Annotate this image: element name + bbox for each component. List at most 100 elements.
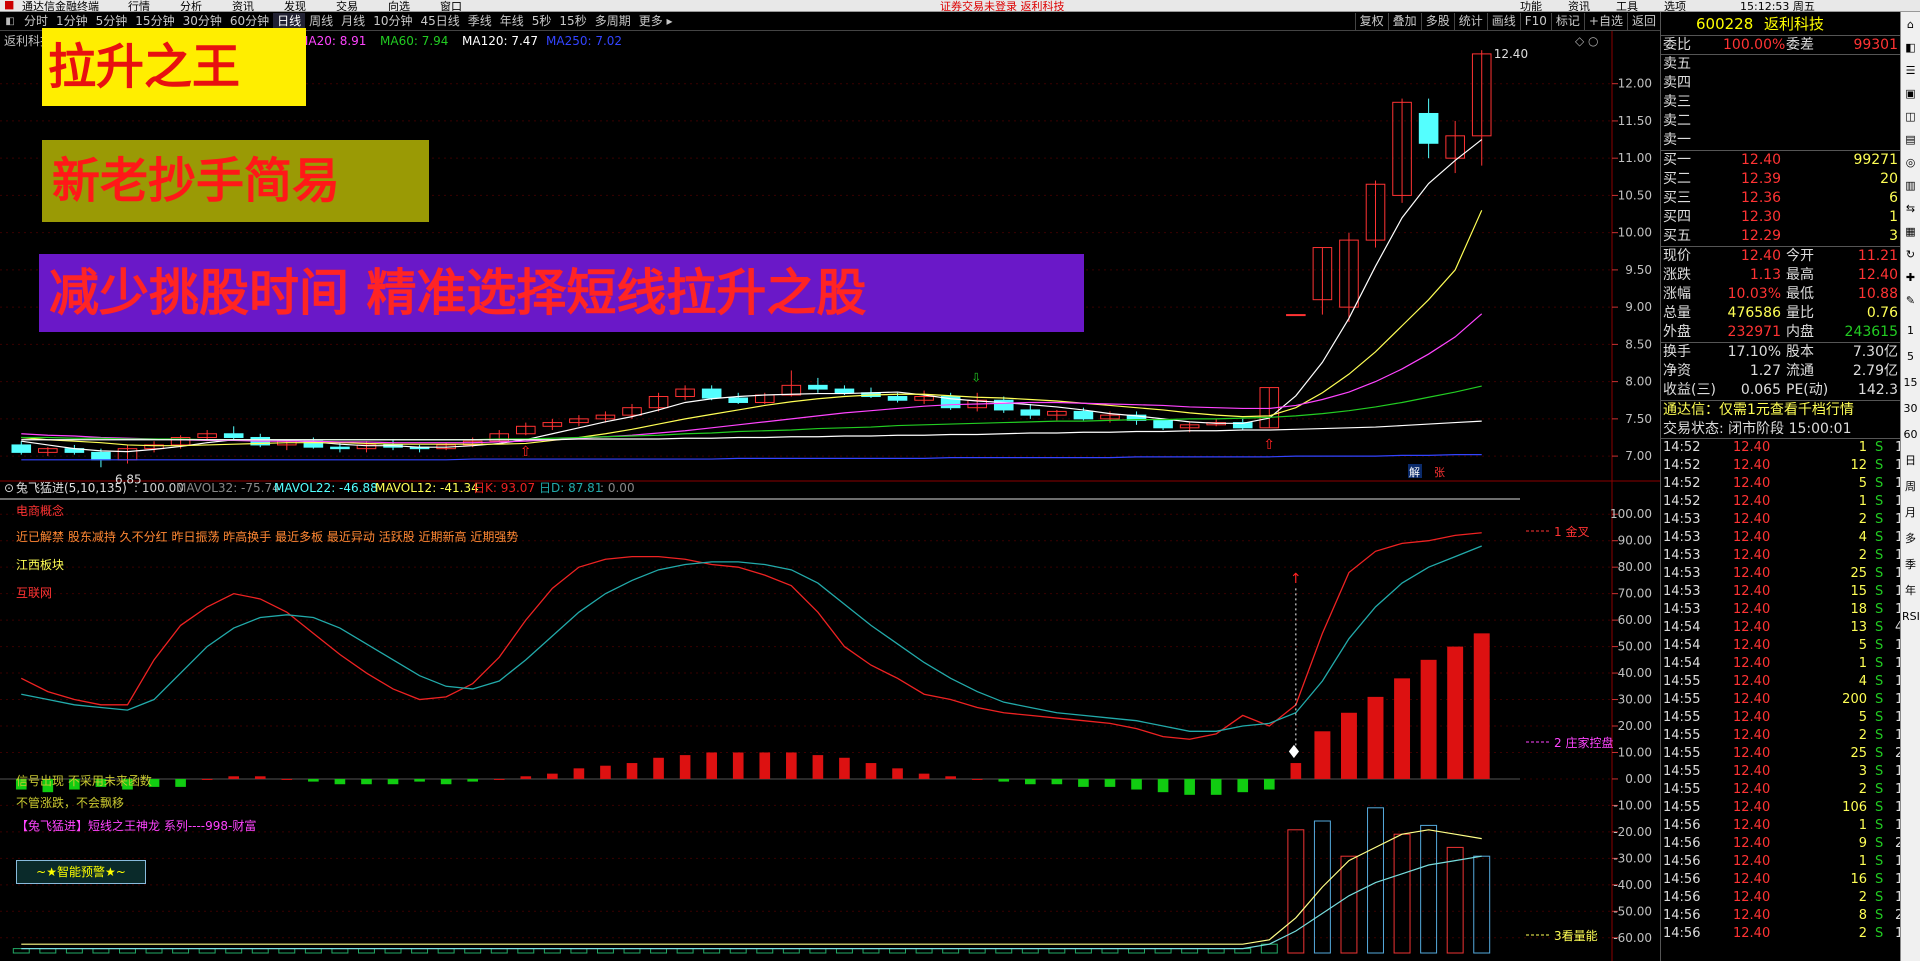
tick-time: 14:53 [1663,530,1701,545]
tool-button-0[interactable]: 复权 [1354,12,1388,30]
control-bar [361,778,372,785]
period-tab-8[interactable]: 月线 [337,13,369,30]
indicator-collapse-icon[interactable]: ⊙ [4,481,14,495]
tick-time: 14:53 [1663,512,1701,527]
stat-label: 涨跌 [1663,267,1691,283]
bid-label: 买三 [1663,190,1691,206]
sidebar-tool-icon[interactable]: ↻ [1902,246,1919,263]
sidebar-tool-icon[interactable]: ◎ [1902,154,1919,171]
sidebar-period-2[interactable]: 15 [1902,374,1919,391]
sidebar-period-4[interactable]: 60 [1902,426,1919,443]
sidebar-period-10[interactable]: 年 [1902,582,1919,599]
upgrade-ad[interactable]: 通达信：仅需1元查看千档行情 [1661,401,1900,420]
tool-button-6[interactable]: 标记 [1550,12,1584,30]
period-tab-7[interactable]: 周线 [305,13,337,30]
period-tab-1[interactable]: 1分钟 [52,13,92,30]
sidebar-period-9[interactable]: 季 [1902,556,1919,573]
period-tab-0[interactable]: 分时 [20,13,52,30]
tool-button-1[interactable]: 叠加 [1387,12,1421,30]
sidebar-tool-icon[interactable]: ✚ [1902,269,1919,286]
titlebar-menu-2[interactable]: 工具 [1616,0,1638,11]
tool-button-7[interactable]: +自选 [1583,12,1627,30]
sidebar-period-5[interactable]: 日 [1902,452,1919,469]
sidebar-tool-icon[interactable]: ▥ [1902,177,1919,194]
sidebar-tool-icon[interactable]: ▦ [1902,223,1919,240]
sidebar-period-8[interactable]: 多 [1902,530,1919,547]
smart-alert-button[interactable]: ~★智能预警★~ [16,860,146,884]
volume-bar [172,948,190,954]
collapse-icon[interactable]: ◧ [0,13,20,30]
sidebar-period-0[interactable]: 1 [1902,322,1919,339]
period-tab-13[interactable]: 5秒 [528,13,556,30]
period-tab-9[interactable]: 10分钟 [369,13,416,30]
titlebar-menu-3[interactable]: 选项 [1664,0,1686,11]
tick-price: 12.40 [1733,476,1771,491]
sidebar-tool-icon[interactable]: ◧ [1902,39,1919,56]
tick-list[interactable]: 14:5212.401S114:5212.4012S114:5212.405S1… [1661,439,1900,943]
app-window: ■ 通达信金融终端 证券交易未登录 返利科技 15:12:53 周五 行情 分析 资… [0,0,1920,961]
period-tab-15[interactable]: 多周期 [591,13,635,30]
stat-value: 11.21 [1857,248,1898,264]
control-bar [414,778,425,782]
tool-button-5[interactable]: F10 [1519,12,1551,30]
sidebar-tool-icon[interactable]: ☰ [1902,62,1919,79]
menu-3[interactable]: 发现 [284,0,306,11]
period-tab-6[interactable]: 日线 [273,12,306,30]
volume-bar [1021,948,1039,954]
menu-4[interactable]: 交易 [336,0,358,11]
period-tab-3[interactable]: 15分钟 [131,13,178,30]
volume-bar [729,948,747,954]
tick-row: 14:5312.4018S1 [1661,601,1900,619]
tool-button-2[interactable]: 多股 [1420,12,1454,30]
sidebar-period-7[interactable]: 月 [1902,504,1919,521]
period-tab-2[interactable]: 5分钟 [92,13,132,30]
stat-label: 总量 [1663,305,1691,321]
control-bar [600,765,611,779]
period-tab-5[interactable]: 60分钟 [226,13,273,30]
bid-row: 买一 12.40 99271 [1661,151,1900,170]
tick-row: 14:5612.401S1 [1661,817,1900,835]
sidebar-period-11[interactable]: RSI [1902,608,1919,625]
menu-5[interactable]: 向选 [388,0,410,11]
tool-button-8[interactable]: 返回 [1626,12,1660,30]
indicator-tick: -20.00 [1613,825,1652,839]
period-tab-4[interactable]: 30分钟 [179,13,226,30]
sidebar-tool-icon[interactable]: ▣ [1902,85,1919,102]
period-tab-12[interactable]: 年线 [496,13,528,30]
tick-time: 14:56 [1663,926,1701,941]
period-tab-16[interactable]: 更多 ▸ [635,13,677,30]
period-tab-14[interactable]: 15秒 [555,13,590,30]
titlebar-menu-0[interactable]: 功能 [1520,0,1542,11]
tool-button-3[interactable]: 统计 [1453,12,1487,30]
tick-side: S [1875,764,1884,779]
menu-6[interactable]: 窗口 [440,0,462,11]
ma250-value: MA250: 7.02 [546,34,622,48]
menu-0[interactable]: 行情 [128,0,150,11]
menu-1[interactable]: 分析 [180,0,202,11]
candle [11,441,32,455]
stat-value: 232971 [1727,324,1781,340]
volume-bar [517,948,535,954]
sidebar-tool-icon[interactable]: ⌂ [1902,16,1919,33]
sidebar-tool-icon[interactable]: ◫ [1902,108,1919,125]
price-tick: 10.00 [1618,226,1652,240]
titlebar-menu-1[interactable]: 资讯 [1568,0,1590,11]
fin-label: PE(动) [1786,382,1829,398]
tick-price: 12.40 [1733,854,1771,869]
sidebar-tool-icon[interactable]: ▤ [1902,131,1919,148]
sidebar-tool-icon[interactable]: ⇆ [1902,200,1919,217]
control-bar [387,778,399,785]
diamond-icon[interactable]: ◇ ○ [1575,34,1599,48]
period-tab-10[interactable]: 45日线 [416,13,463,30]
price-tick: 12.00 [1618,77,1652,91]
sidebar-period-3[interactable]: 30 [1902,400,1919,417]
ma60-line [21,385,1482,441]
sidebar-tool-icon[interactable]: ✎ [1902,292,1919,309]
drift-note: 不管涨跌，不会飘移 [16,795,124,810]
sidebar-period-1[interactable]: 5 [1902,348,1919,365]
menu-2[interactable]: 资讯 [232,0,254,11]
tool-button-4[interactable]: 画线 [1486,12,1520,30]
fin-value: 142.3 [1857,382,1898,398]
sidebar-period-6[interactable]: 周 [1902,478,1919,495]
period-tab-11[interactable]: 季线 [464,13,496,30]
